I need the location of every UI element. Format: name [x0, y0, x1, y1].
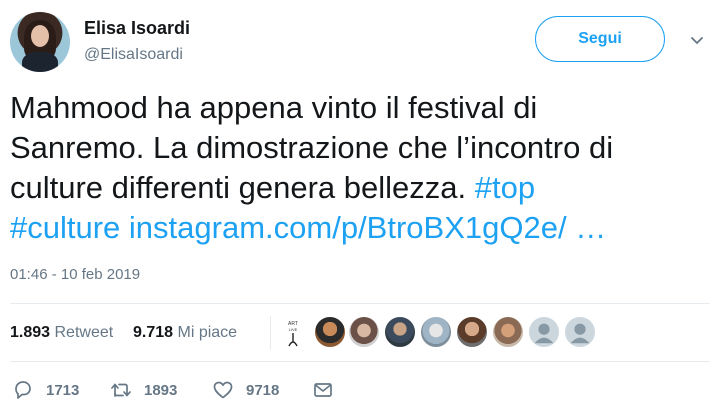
tweet-header: Elisa Isoardi @ElisaIsoardi Segui — [10, 12, 710, 74]
tweet-timestamp[interactable]: 01:46 - 10 feb 2019 — [10, 266, 140, 283]
hashtag-link-culture[interactable]: #culture — [10, 210, 120, 245]
follow-button[interactable]: Segui — [535, 16, 665, 62]
tweet-text-segment: culture differenti genera bellezza. — [10, 170, 467, 205]
retweet-button[interactable]: 1893 — [110, 376, 177, 404]
retweet-count: 1.893 — [10, 324, 51, 341]
likes-stat[interactable]: 9.718 Mi piace — [133, 324, 237, 342]
retweet-label: Retweet — [54, 324, 114, 341]
tweet-text-line: Sanremo. La dimostrazione che l’incontro… — [10, 130, 614, 165]
reply-count: 1713 — [46, 381, 80, 399]
liker-avatar[interactable] — [314, 316, 346, 348]
liker-avatar[interactable]: ART LIVE — [278, 316, 308, 350]
retweet-icon — [111, 383, 131, 397]
author-handle[interactable]: @ElisaIsoardi — [84, 46, 183, 64]
author-display-name[interactable]: Elisa Isoardi — [84, 18, 190, 39]
liker-avatar-default[interactable] — [564, 316, 596, 348]
liker-avatar[interactable] — [384, 316, 416, 348]
retweet-stat[interactable]: 1.893 Retweet — [10, 324, 113, 342]
tweet-text: Mahmood ha appena vinto il festival di S… — [10, 88, 710, 248]
retweet-action-count: 1893 — [144, 381, 178, 399]
tweet-actions: 1713 1893 9718 — [10, 376, 710, 404]
tweet-text-line: Mahmood ha appena vinto il festival di — [10, 90, 538, 125]
like-action-count: 9718 — [246, 381, 280, 399]
liker-avatar[interactable] — [456, 316, 488, 348]
tweet-text-line: culture differenti genera bellezza. #top — [10, 168, 710, 208]
hashtag-link-top[interactable]: #top — [475, 170, 535, 205]
divider — [10, 361, 710, 362]
author-avatar[interactable] — [10, 12, 70, 72]
envelope-icon — [314, 383, 332, 397]
stats-divider — [270, 316, 271, 350]
liker-avatar-default[interactable] — [528, 316, 560, 348]
instagram-link[interactable]: instagram.com/p/BtroBX1gQ2e/ — [129, 210, 567, 245]
liker-avatar[interactable] — [420, 316, 452, 348]
divider — [10, 303, 710, 304]
avatar-face — [31, 25, 49, 47]
direct-message-button[interactable] — [312, 376, 334, 404]
reply-button[interactable]: 1713 — [12, 376, 79, 404]
avatar-body — [22, 52, 58, 72]
liker-avatar[interactable] — [348, 316, 380, 348]
svg-text:LIVE: LIVE — [289, 327, 298, 332]
reply-icon — [15, 381, 31, 399]
likes-label: Mi piace — [177, 324, 238, 341]
like-button[interactable]: 9718 — [212, 376, 279, 404]
likes-count: 9.718 — [133, 324, 174, 341]
liker-avatar[interactable] — [492, 316, 524, 348]
heart-icon — [213, 381, 233, 399]
link-ellipsis[interactable]: … — [575, 210, 606, 245]
tweet-text-line: #culture instagram.com/p/BtroBX1gQ2e/ … — [10, 208, 710, 248]
chevron-down-icon[interactable] — [690, 34, 704, 48]
